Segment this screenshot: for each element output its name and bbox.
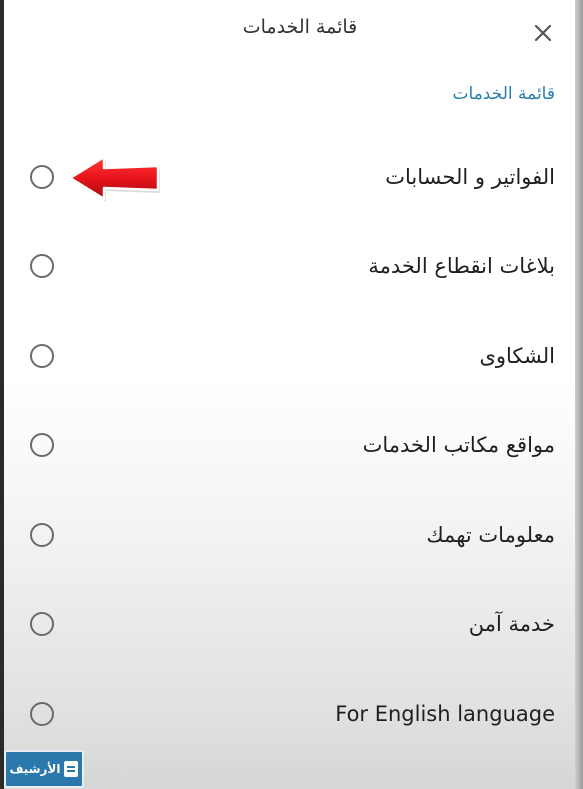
red-arrow-icon <box>68 155 160 202</box>
option-label: خدمة آمن <box>468 612 555 636</box>
radio-button[interactable] <box>30 344 54 368</box>
close-button[interactable] <box>528 18 558 48</box>
option-label: مواقع مكاتب الخدمات <box>362 433 555 457</box>
option-label: الفواتير و الحسابات <box>385 165 555 189</box>
option-label: الشكاوى <box>479 344 555 368</box>
radio-button[interactable] <box>30 612 54 636</box>
radio-button[interactable] <box>30 523 54 547</box>
section-label: قائمة الخدمات <box>452 84 555 104</box>
close-icon <box>534 24 552 42</box>
option-outage-reports[interactable]: بلاغات انقطاع الخدمة <box>0 222 583 310</box>
radio-button[interactable] <box>30 702 54 726</box>
option-office-locations[interactable]: مواقع مكاتب الخدمات <box>0 401 583 489</box>
option-amen-service[interactable]: خدمة آمن <box>0 580 583 668</box>
option-complaints[interactable]: الشكاوى <box>0 312 583 400</box>
watermark-text: الأرشيف <box>9 762 61 776</box>
option-label: بلاغات انقطاع الخدمة <box>368 254 555 278</box>
header: قائمة الخدمات <box>0 0 583 64</box>
archive-icon <box>64 761 79 777</box>
service-menu-sheet: قائمة الخدمات قائمة الخدمات الفواتير و ا… <box>0 0 583 789</box>
radio-button[interactable] <box>30 254 54 278</box>
option-english-language[interactable]: For English language <box>0 670 583 758</box>
radio-button[interactable] <box>30 165 54 189</box>
page-title: قائمة الخدمات <box>242 16 358 38</box>
watermark-logo: الأرشيف <box>4 750 84 788</box>
option-label: For English language <box>335 702 555 726</box>
radio-button[interactable] <box>30 433 54 457</box>
option-useful-info[interactable]: معلومات تهمك <box>0 491 583 579</box>
option-label: معلومات تهمك <box>426 523 555 547</box>
